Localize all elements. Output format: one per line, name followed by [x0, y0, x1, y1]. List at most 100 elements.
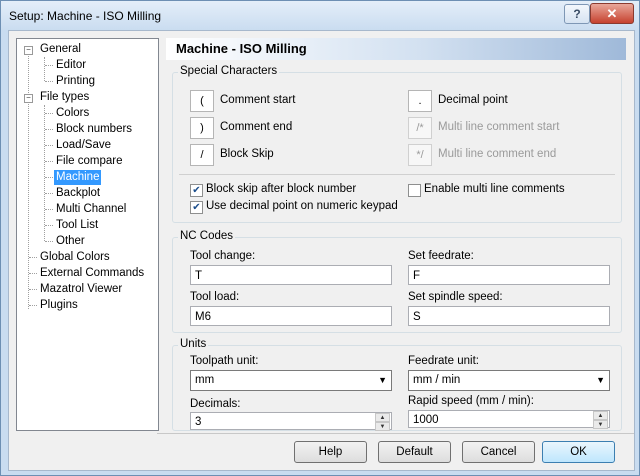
dropdown-arrow-icon: ▼ — [596, 375, 605, 385]
comment-end-label: Comment end — [220, 121, 293, 133]
spin-down-icon[interactable]: ▼ — [593, 420, 608, 429]
tree-connector — [29, 257, 37, 258]
decimals-value: 3 — [195, 416, 202, 428]
tree-item-file-compare[interactable]: File compare — [54, 154, 124, 169]
tree-item-editor[interactable]: Editor — [54, 58, 88, 73]
feedrate-unit-select[interactable]: mm / min ▼ — [408, 370, 610, 391]
tree-connector — [45, 81, 53, 82]
block-skip-after-number-label[interactable]: Block skip after block number — [206, 183, 356, 195]
group-title-special: Special Characters — [178, 65, 280, 77]
tree-line — [44, 57, 45, 81]
tree-item-machine[interactable]: Machine — [54, 170, 102, 185]
decimal-point-label: Decimal point — [438, 94, 508, 106]
tree-item-colors[interactable]: Colors — [54, 106, 91, 121]
tree-connector — [45, 225, 53, 226]
tree-connector — [29, 273, 37, 274]
tree-item-file-types[interactable]: File types — [38, 90, 91, 105]
set-feedrate-label: Set feedrate: — [408, 250, 474, 262]
enable-multi-line-checkbox[interactable] — [408, 184, 421, 197]
dialog-client: − General Editor Printing − File types C… — [8, 30, 635, 471]
decimals-spinner[interactable]: 3 ▲ ▼ — [190, 412, 392, 431]
comment-start-char[interactable]: ( — [190, 90, 214, 112]
footer-separator — [157, 433, 634, 434]
spin-up-icon[interactable]: ▲ — [593, 411, 608, 420]
tool-load-input[interactable]: M6 — [190, 306, 392, 326]
nc-codes-group: NC Codes Tool change: T Set feedrate: F … — [172, 230, 622, 333]
comment-start-label: Comment start — [220, 94, 296, 106]
feedrate-unit-label: Feedrate unit: — [408, 355, 479, 367]
decimals-label: Decimals: — [190, 398, 241, 410]
tree-connector — [45, 241, 53, 242]
special-separator — [179, 174, 615, 175]
tree-connector — [45, 193, 53, 194]
rapid-speed-label: Rapid speed (mm / min): — [408, 395, 534, 407]
tree-connector — [29, 305, 37, 306]
tree-item-block-numbers[interactable]: Block numbers — [54, 122, 134, 137]
ok-button[interactable]: OK — [542, 441, 615, 463]
group-title-nc: NC Codes — [178, 230, 236, 242]
comment-end-char[interactable]: ) — [190, 117, 214, 139]
toolpath-unit-label: Toolpath unit: — [190, 355, 259, 367]
spin-down-icon[interactable]: ▼ — [375, 422, 390, 431]
tree-item-general[interactable]: General — [38, 42, 83, 57]
block-skip-char[interactable]: / — [190, 144, 214, 166]
tree-item-plugins[interactable]: Plugins — [38, 298, 80, 313]
tool-load-label: Tool load: — [190, 291, 240, 303]
set-spindle-speed-input[interactable]: S — [408, 306, 610, 326]
block-skip-label: Block Skip — [220, 148, 274, 160]
tree-connector — [45, 145, 53, 146]
decimals-spin-buttons[interactable]: ▲ ▼ — [375, 413, 390, 431]
decimal-keypad-label[interactable]: Use decimal point on numeric keypad — [206, 200, 398, 212]
rapid-speed-value: 1000 — [413, 414, 439, 426]
multi-line-start-label: Multi line comment start — [438, 121, 560, 133]
tree-item-external-commands[interactable]: External Commands — [38, 266, 146, 281]
enable-multi-line-label[interactable]: Enable multi line comments — [424, 183, 565, 195]
tree-item-other[interactable]: Other — [54, 234, 87, 249]
help-title-button[interactable]: ? — [564, 4, 590, 24]
tree-item-mazatrol-viewer[interactable]: Mazatrol Viewer — [38, 282, 124, 297]
tool-change-label: Tool change: — [190, 250, 256, 262]
spin-up-icon[interactable]: ▲ — [375, 413, 390, 422]
multi-line-start-char: /* — [408, 117, 432, 139]
collapse-file-types-icon[interactable]: − — [24, 94, 33, 103]
default-button[interactable]: Default — [378, 441, 451, 463]
tool-change-input[interactable]: T — [190, 265, 392, 285]
tree-connector — [45, 65, 53, 66]
window-title: Setup: Machine - ISO Milling — [9, 9, 162, 23]
set-feedrate-input[interactable]: F — [408, 265, 610, 285]
decimal-keypad-checkbox[interactable]: ✔ — [190, 201, 203, 214]
units-group: Units Toolpath unit: mm ▼ Feedrate unit:… — [172, 338, 622, 431]
cancel-button[interactable]: Cancel — [462, 441, 535, 463]
rapid-speed-spin-buttons[interactable]: ▲ ▼ — [593, 411, 608, 429]
toolpath-unit-value: mm — [195, 374, 215, 386]
close-button[interactable]: ✕ — [590, 3, 634, 24]
tree-line — [44, 105, 45, 241]
toolpath-unit-select[interactable]: mm ▼ — [190, 370, 392, 391]
tree-item-printing[interactable]: Printing — [54, 74, 97, 89]
tree-item-backplot[interactable]: Backplot — [54, 186, 102, 201]
tree-connector — [45, 209, 53, 210]
tree-connector — [45, 129, 53, 130]
settings-panel: Machine - ISO Milling Special Characters… — [166, 38, 626, 431]
tree-connector — [45, 113, 53, 114]
setup-dialog: Setup: Machine - ISO Milling ? ✕ − Gener… — [0, 0, 640, 476]
tree-item-global-colors[interactable]: Global Colors — [38, 250, 112, 265]
help-button[interactable]: Help — [294, 441, 367, 463]
rapid-speed-spinner[interactable]: 1000 ▲ ▼ — [408, 410, 610, 429]
tree-item-multi-channel[interactable]: Multi Channel — [54, 202, 128, 217]
decimal-point-char[interactable]: . — [408, 90, 432, 112]
feedrate-unit-value: mm / min — [413, 374, 461, 386]
special-characters-group: Special Characters ( Comment start ) Com… — [172, 65, 622, 223]
multi-line-end-label: Multi line comment end — [438, 148, 557, 160]
tree-item-load-save[interactable]: Load/Save — [54, 138, 113, 153]
tree-item-tool-list[interactable]: Tool List — [54, 218, 100, 233]
tree-connector — [45, 161, 53, 162]
title-bar[interactable]: Setup: Machine - ISO Milling ? ✕ — [1, 1, 639, 31]
collapse-general-icon[interactable]: − — [24, 46, 33, 55]
dropdown-arrow-icon: ▼ — [378, 375, 387, 385]
multi-line-end-char: */ — [408, 144, 432, 166]
block-skip-after-number-checkbox[interactable]: ✔ — [190, 184, 203, 197]
settings-tree[interactable]: − General Editor Printing − File types C… — [16, 38, 159, 431]
tree-connector — [29, 289, 37, 290]
tree-connector — [45, 177, 53, 178]
